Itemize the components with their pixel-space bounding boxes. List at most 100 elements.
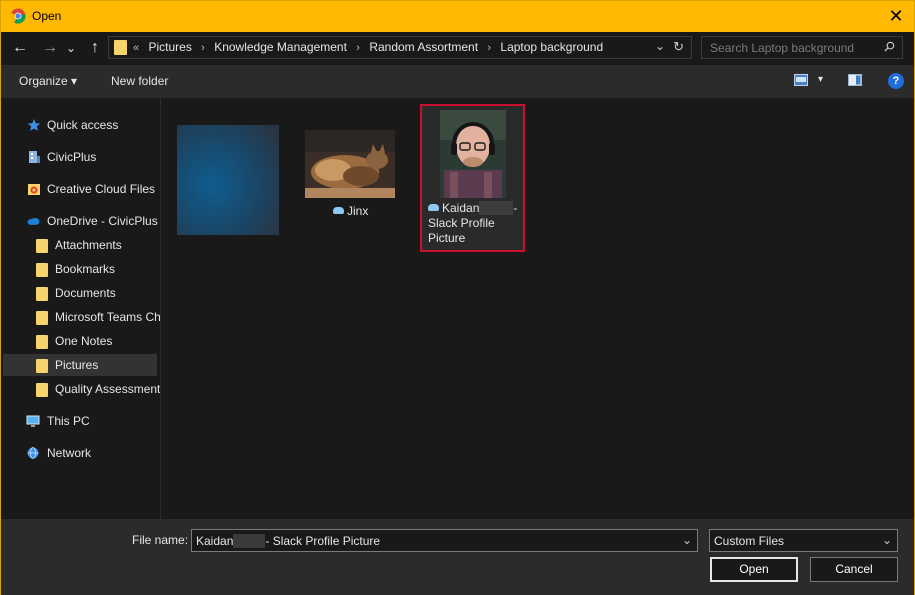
- file-item-slack-profile-picture[interactable]: Kaidan - Slack Profile Picture: [420, 104, 525, 252]
- sidebar-item-one-notes[interactable]: One Notes: [1, 330, 159, 352]
- folder-icon: [36, 239, 48, 253]
- cat-photo-thumbnail: [305, 130, 395, 198]
- sidebar-item-this-pc[interactable]: This PC: [1, 410, 159, 432]
- chevron-right-icon[interactable]: ›: [201, 42, 205, 54]
- file-item[interactable]: [177, 125, 279, 235]
- breadcrumb-pictures[interactable]: Pictures: [148, 40, 191, 54]
- file-name-field[interactable]: Kaidan - Slack Profile Picture ⌄: [191, 529, 698, 552]
- sidebar-item-network[interactable]: Network: [1, 442, 159, 464]
- folder-icon: [36, 359, 48, 373]
- navigation-pane: Quick access CivicPlus Creative Cloud Fi…: [1, 98, 161, 519]
- command-bar: Organize ▾ New folder ▾ ?: [1, 65, 914, 98]
- computer-icon: [26, 415, 40, 427]
- creative-cloud-icon: [28, 184, 40, 195]
- forward-button[interactable]: →: [41, 38, 59, 58]
- open-file-dialog: Open ✕ ← → ⌄ ↑ « Pictures › Knowledge Ma…: [0, 0, 915, 595]
- sidebar-item-label: CivicPlus: [47, 150, 97, 164]
- sidebar-item-label: Quick access: [47, 118, 119, 132]
- file-type-value: Custom Files: [714, 534, 785, 548]
- file-name-value: Kaidan - Slack Profile Picture: [196, 534, 380, 548]
- cloud-icon: [27, 218, 40, 225]
- sidebar-item-label: Documents: [55, 286, 116, 300]
- sidebar-item-label: This PC: [47, 414, 90, 428]
- breadcrumb-laptop-background[interactable]: Laptop background: [500, 40, 603, 54]
- cancel-button[interactable]: Cancel: [810, 557, 898, 582]
- chevron-right-icon[interactable]: ›: [487, 42, 491, 54]
- chrome-icon: [10, 8, 26, 24]
- back-button[interactable]: ←: [11, 38, 29, 58]
- close-button[interactable]: ✕: [884, 4, 908, 28]
- sidebar-item-quality-assessment[interactable]: Quality Assessment: [1, 378, 161, 400]
- sidebar-item-attachments[interactable]: Attachments: [1, 234, 159, 256]
- folder-icon: [36, 311, 48, 325]
- file-name-text: -: [513, 201, 518, 215]
- file-list: Jinx Kaidan - Slack Profile Picture: [161, 98, 914, 519]
- file-name-text: Jinx: [347, 204, 369, 218]
- folder-icon: [114, 40, 127, 55]
- sidebar-item-label: Quality Assessment: [55, 382, 161, 396]
- breadcrumb-knowledge-management[interactable]: Knowledge Management: [214, 40, 347, 54]
- sidebar-item-creative-cloud-files[interactable]: Creative Cloud Files: [1, 178, 159, 200]
- preview-pane-icon[interactable]: [848, 74, 862, 86]
- file-name: Kaidan - Slack Profile Picture: [428, 201, 522, 246]
- profile-photo-thumbnail: [440, 110, 506, 198]
- window-title: Open: [32, 9, 62, 23]
- file-name: Jinx: [333, 204, 368, 219]
- sidebar-item-microsoft-teams[interactable]: Microsoft Teams Ch: [1, 306, 161, 328]
- file-name-text: Slack Profile: [428, 216, 495, 230]
- blurred-image-thumbnail: [177, 125, 279, 235]
- file-type-select[interactable]: Custom Files ⌄: [709, 529, 898, 552]
- breadcrumb-overflow[interactable]: «: [133, 42, 139, 54]
- breadcrumb-random-assortment[interactable]: Random Assortment: [369, 40, 478, 54]
- folder-icon: [36, 287, 48, 301]
- change-view-icon[interactable]: [794, 74, 808, 86]
- redaction-box: [233, 534, 266, 548]
- folder-icon: [36, 335, 48, 349]
- sidebar-item-label: Bookmarks: [55, 262, 116, 276]
- sidebar-item-label: Microsoft Teams Ch: [55, 310, 161, 324]
- file-name-label: File name:: [132, 533, 189, 547]
- sidebar-item-pictures[interactable]: Pictures: [3, 354, 157, 376]
- search-icon: [884, 41, 895, 52]
- search-input[interactable]: Search Laptop background: [701, 36, 903, 59]
- file-name-text: Kaidan: [442, 201, 480, 215]
- sidebar-item-label: OneDrive - CivicPlus: [47, 214, 158, 228]
- file-name-text: Kaidan: [196, 534, 234, 548]
- footer-panel: File name: Kaidan - Slack Profile Picture…: [1, 519, 914, 595]
- address-bar[interactable]: « Pictures › Knowledge Management › Rand…: [108, 36, 692, 59]
- chevron-down-icon: ⌄: [881, 533, 892, 547]
- network-icon: [27, 447, 39, 459]
- sidebar-item-onedrive[interactable]: OneDrive - CivicPlus: [1, 210, 159, 232]
- up-button[interactable]: ↑: [86, 38, 104, 58]
- sidebar-item-documents[interactable]: Documents: [1, 282, 159, 304]
- chevron-down-icon[interactable]: ⌄: [682, 533, 692, 547]
- sidebar-item-civicplus[interactable]: CivicPlus: [1, 146, 159, 168]
- file-name-text: - Slack Profile Picture: [265, 534, 381, 548]
- sidebar-item-bookmarks[interactable]: Bookmarks: [1, 258, 159, 280]
- open-button[interactable]: Open: [710, 557, 798, 582]
- navigation-bar: ← → ⌄ ↑ « Pictures › Knowledge Managemen…: [1, 32, 914, 65]
- view-options-dropdown[interactable]: ▾: [818, 74, 823, 85]
- sidebar-item-quick-access[interactable]: Quick access: [1, 114, 159, 136]
- folder-icon: [36, 383, 48, 397]
- recent-locations-button[interactable]: ⌄: [65, 38, 77, 58]
- star-icon: [27, 119, 41, 131]
- building-icon: [29, 151, 40, 163]
- cloud-icon: [428, 204, 439, 211]
- address-dropdown-icon[interactable]: ⌄: [655, 39, 665, 53]
- file-name-text: Picture: [428, 231, 466, 245]
- sidebar-item-label: Network: [47, 446, 92, 460]
- cloud-icon: [333, 207, 344, 214]
- sidebar-item-label: One Notes: [55, 334, 113, 348]
- sidebar-item-label: Pictures: [55, 358, 99, 372]
- help-icon[interactable]: ?: [888, 73, 904, 89]
- folder-icon: [36, 263, 48, 277]
- file-item-jinx[interactable]: Jinx: [305, 130, 397, 220]
- organize-button[interactable]: Organize ▾: [19, 74, 77, 88]
- chevron-right-icon[interactable]: ›: [356, 42, 360, 54]
- search-placeholder: Search Laptop background: [710, 41, 855, 55]
- sidebar-item-label: Attachments: [55, 238, 122, 252]
- redaction-box: [479, 201, 514, 215]
- refresh-icon[interactable]: ↻: [673, 39, 684, 55]
- new-folder-button[interactable]: New folder: [111, 74, 168, 88]
